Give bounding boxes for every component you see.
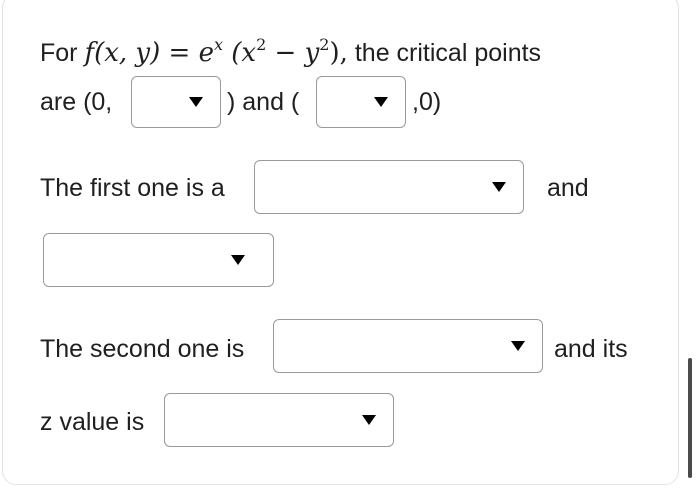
first-point-type-dropdown[interactable] [254, 160, 524, 214]
chevron-down-icon [492, 182, 506, 192]
chevron-down-icon [189, 97, 203, 107]
z-value-dropdown[interactable] [164, 393, 394, 447]
exp-base: e [198, 38, 214, 68]
first-one-label: The first one is a [40, 174, 225, 202]
line2-mid: ) and ( [227, 88, 300, 116]
line1-prefix: For [40, 39, 78, 67]
function-definition: f(x, y) = ex (x2 − y2), [84, 35, 348, 68]
equals-sign: = [168, 38, 191, 68]
first-point-followup-dropdown[interactable] [43, 233, 274, 287]
exp-power: x [213, 35, 223, 54]
second-one-label: The second one is [40, 335, 245, 363]
chevron-down-icon [362, 415, 376, 425]
line2-suffix: ,0) [412, 88, 442, 116]
z-value-label: z value is [40, 408, 145, 436]
paren-close: ), [329, 38, 348, 68]
second-one-and-its: and its [554, 335, 628, 363]
square-1: 2 [256, 35, 267, 54]
first-one-and: and [547, 174, 589, 202]
square-2: 2 [319, 35, 330, 54]
function-lhs: f(x, y) [84, 38, 161, 68]
line1-suffix: the critical points [354, 39, 542, 67]
chevron-down-icon [374, 97, 388, 107]
critical-point-1-y-dropdown[interactable] [131, 76, 221, 128]
paren-open: (x [231, 38, 257, 68]
chevron-down-icon [511, 341, 525, 351]
chevron-down-icon [231, 255, 245, 265]
critical-point-2-x-dropdown[interactable] [316, 76, 406, 128]
question-line-1: For f(x, y) = ex (x2 − y2), the critical… [40, 35, 542, 71]
minus-y: − y [266, 38, 320, 68]
second-point-type-dropdown[interactable] [273, 319, 543, 373]
vertical-scrollbar[interactable] [688, 358, 692, 478]
line2-prefix: are (0, [40, 88, 113, 116]
